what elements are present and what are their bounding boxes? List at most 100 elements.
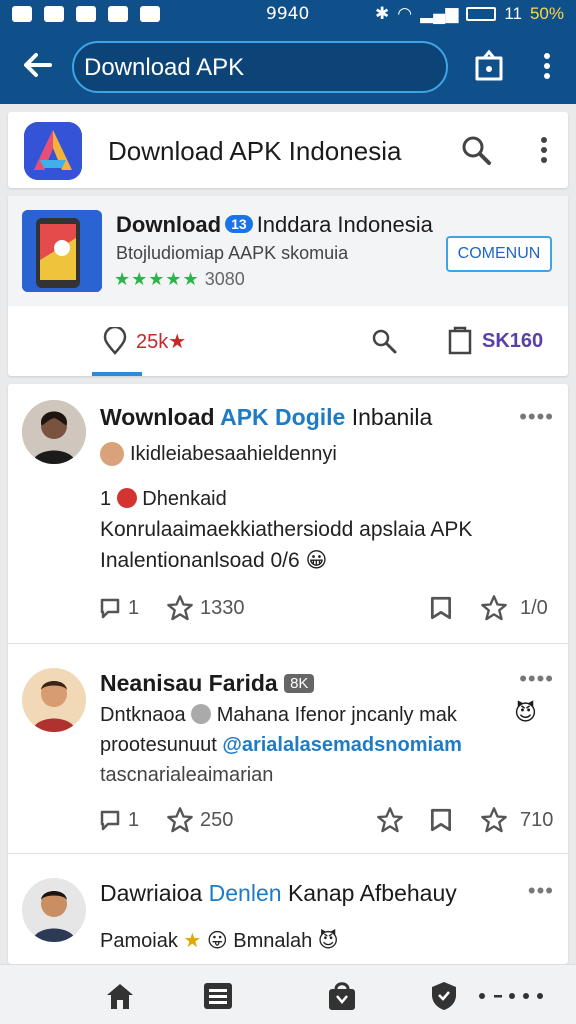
post-body-line1-b: Bmnalah bbox=[233, 930, 313, 952]
featured-app-card: Download 13 Inddara Indonesia Btojludiomia… bbox=[8, 196, 568, 376]
globe-icon bbox=[191, 704, 212, 724]
home-icon bbox=[107, 984, 133, 1009]
back-button[interactable] bbox=[20, 50, 56, 80]
post-body-line3: tascnarialeaimarian bbox=[100, 764, 274, 786]
author-name-c: Inbanila bbox=[351, 404, 433, 430]
post-body-line1: Konrulaaimaekkiathersiodd apslaia APK bbox=[100, 518, 473, 541]
heart-icon bbox=[116, 488, 137, 508]
post-card[interactable]: Dawriaioa Denlen Kanap Afbehauy ••• Pamo… bbox=[8, 856, 568, 964]
emoji-icon: 😈 bbox=[317, 930, 339, 952]
tab-bar: 25k★ SK160 bbox=[8, 306, 568, 376]
avatar[interactable] bbox=[22, 668, 86, 732]
sparkle-icon: ★ bbox=[183, 930, 202, 952]
tab-likes[interactable]: 25k★ bbox=[102, 306, 186, 376]
author-name-highlight: Denlen bbox=[208, 880, 282, 906]
featured-app-subtitle: Btojludiomiap AAPK skomuia bbox=[116, 243, 349, 263]
rating: ★★★★★ 3080 bbox=[114, 269, 245, 290]
repost-button[interactable] bbox=[376, 802, 404, 838]
featured-action-button[interactable]: COMENUN bbox=[446, 236, 552, 272]
post-body-line1: Pamoiak ★ 😛 Bmnalah 😈 bbox=[100, 928, 339, 953]
overflow-menu-button[interactable] bbox=[530, 48, 564, 84]
post-body-line2-text: Inalentionanlsoad 0/6 bbox=[100, 549, 300, 572]
tab-search[interactable] bbox=[370, 306, 398, 376]
post-author[interactable]: Dawriaioa Denlen Kanap Afbehauy bbox=[100, 880, 457, 907]
status-clock: 11 bbox=[504, 4, 522, 23]
avatar[interactable] bbox=[22, 878, 86, 942]
comment-button[interactable]: 1 bbox=[98, 590, 139, 626]
tab-likes-mark: ★ bbox=[168, 330, 187, 353]
post-body-line1-b: Mahana Ifenor jncanly mak bbox=[216, 704, 457, 726]
search-input[interactable]: Download APK bbox=[72, 41, 448, 93]
star-button[interactable]: 250 bbox=[166, 802, 233, 838]
back-arrow-icon bbox=[24, 53, 52, 77]
post-handle-text: Ikidleiabesaahieldennyi bbox=[130, 442, 337, 465]
post-card[interactable]: Neanisau Farida 8K •••• Dntknaoa Mahana … bbox=[8, 646, 568, 854]
post-body-line2: Inalentionanlsoad 0/6 😀 bbox=[100, 548, 327, 573]
tab-downloads[interactable]: SK160 bbox=[446, 306, 543, 376]
nav-home[interactable] bbox=[102, 979, 138, 1013]
photo-icon bbox=[44, 6, 64, 22]
nav-security[interactable] bbox=[426, 979, 462, 1013]
like-count: 710 bbox=[520, 808, 554, 831]
post-more-button[interactable]: •••• bbox=[519, 666, 554, 692]
featured-app-header: Download 13 Inddara Indonesia Btojludiomia… bbox=[8, 196, 568, 306]
shopping-bag-icon bbox=[329, 982, 355, 1010]
app-thumbnail[interactable] bbox=[22, 210, 102, 292]
emoji-icon: 😛 bbox=[206, 930, 228, 952]
mail-icon bbox=[12, 6, 32, 22]
mini-avatar bbox=[100, 442, 124, 466]
alert-icon bbox=[140, 6, 160, 22]
favorite-button[interactable]: 1/0 bbox=[480, 590, 548, 626]
signal-icon: ▂▄▆ bbox=[420, 4, 459, 23]
emoji-icon: 😀 bbox=[305, 549, 328, 572]
post-card[interactable]: Wownload APK Dogile Inbanila •••• Ikidle… bbox=[8, 384, 568, 644]
star-icon bbox=[481, 807, 507, 833]
bag-icon bbox=[475, 49, 503, 81]
star-count: 250 bbox=[200, 808, 234, 831]
author-tag: 8K bbox=[284, 674, 315, 693]
post-body-line2-a: prootesunuut bbox=[100, 734, 217, 756]
more-button[interactable] bbox=[524, 130, 564, 170]
more-vert-icon bbox=[544, 53, 550, 79]
share-count: 1/0 bbox=[520, 596, 548, 619]
favorite-button[interactable]: 710 bbox=[480, 802, 553, 838]
check-icon bbox=[108, 6, 128, 22]
share-button[interactable] bbox=[472, 48, 506, 84]
bookmark-button[interactable] bbox=[428, 590, 454, 626]
feed: Wownload APK Dogile Inbanila •••• Ikidle… bbox=[8, 384, 568, 964]
rating-count: 3080 bbox=[204, 269, 245, 289]
author-name-highlight: APK Dogile bbox=[220, 404, 346, 430]
more-vert-icon bbox=[541, 137, 547, 163]
post-author[interactable]: Wownload APK Dogile Inbanila bbox=[100, 404, 432, 431]
clipboard-icon bbox=[448, 326, 472, 355]
nav-store[interactable] bbox=[324, 979, 360, 1013]
post-handle: Ikidleiabesaahieldennyi bbox=[100, 442, 337, 466]
post-body-line1-a: Pamoiak bbox=[100, 930, 178, 952]
comment-button[interactable]: 1 bbox=[98, 802, 139, 838]
post-actions: 1 1330 1/0 bbox=[98, 590, 558, 626]
nav-more[interactable] bbox=[476, 979, 546, 1013]
post-meta-num: 1 bbox=[100, 488, 112, 510]
search-icon bbox=[372, 329, 397, 354]
nav-list[interactable] bbox=[200, 979, 236, 1013]
battery-icon bbox=[466, 7, 497, 21]
app-logo bbox=[24, 122, 82, 180]
star-button[interactable]: 1330 bbox=[166, 590, 245, 626]
post-more-button[interactable]: •••• bbox=[519, 404, 554, 430]
rating-stars: ★★★★★ bbox=[114, 269, 200, 289]
alarm-icon bbox=[76, 6, 96, 22]
author-name-a: Dawriaioa bbox=[100, 880, 203, 906]
search-button[interactable] bbox=[456, 130, 496, 170]
battery-percent: 50% bbox=[529, 4, 564, 23]
author-name-c: Kanap Afbehauy bbox=[287, 880, 457, 906]
mention-link[interactable]: @arialalasemadsnomiam bbox=[222, 734, 462, 756]
post-more-button[interactable]: ••• bbox=[528, 878, 554, 904]
list-icon bbox=[204, 983, 232, 1009]
post-author[interactable]: Neanisau Farida 8K bbox=[100, 670, 315, 697]
featured-title-rest: Inddara Indonesia bbox=[256, 212, 433, 237]
star-icon bbox=[167, 595, 193, 621]
featured-app-title[interactable]: Download 13 Inddara Indonesia bbox=[116, 212, 433, 238]
author-name: Neanisau Farida bbox=[100, 670, 278, 696]
avatar[interactable] bbox=[22, 400, 86, 464]
bookmark-button[interactable] bbox=[428, 802, 454, 838]
